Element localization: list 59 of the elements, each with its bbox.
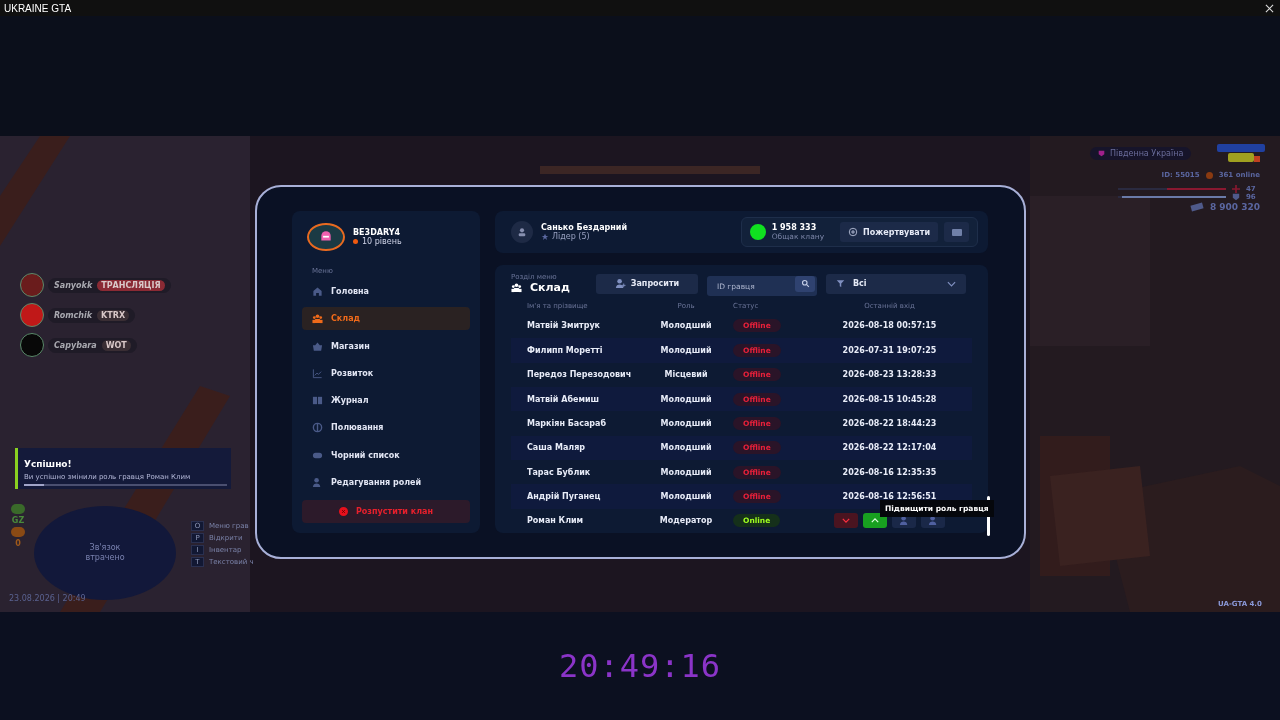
user-role: Лідер (5) — [541, 232, 628, 241]
profile-level: 10 рівень — [362, 237, 402, 246]
minimap-message: Зв'язок втрачено — [84, 543, 126, 563]
menu-item[interactable]: Розвиток — [302, 361, 470, 385]
streamer-tag: WOT — [101, 339, 131, 351]
streamer-name: Romchik — [54, 310, 93, 320]
table-cell-text: Маркіян Басараб — [527, 418, 608, 428]
menu-item[interactable]: Магазин — [302, 334, 470, 358]
table-cell-text: 2026-08-16 12:56:51 — [841, 491, 938, 501]
table-cell-text: Молодший — [659, 443, 713, 453]
disband-button[interactable]: Розпустити клан — [302, 500, 470, 523]
window-title: UKRAINE GTA — [4, 2, 72, 14]
notification-title: Успішно! — [24, 459, 72, 469]
table-cell-text: 2026-08-22 12:17:04 — [841, 443, 938, 453]
indicator-label: 0 — [15, 539, 21, 548]
clock: 20:49:16 — [558, 647, 722, 685]
table-cell-text: Молодший — [659, 467, 713, 477]
table-cell-text: 2026-08-23 13:28:33 — [841, 370, 938, 380]
donate-button[interactable]: Пожертвувати — [840, 222, 938, 242]
money-amount: 8 900 320 — [1209, 202, 1260, 212]
table-cell-text: Молодший — [659, 321, 713, 331]
streamer-tag: KTRX — [97, 309, 130, 321]
region-name: Південна Україна — [1110, 149, 1184, 158]
table-cell-text: 2026-08-16 12:35:35 — [841, 467, 938, 477]
menu-item[interactable]: Склад — [302, 307, 470, 331]
table-cell-text: Молодший — [659, 491, 713, 501]
table-cell-text: Передоз Перезодович — [527, 370, 633, 380]
menu-item[interactable]: Полювання — [302, 416, 470, 440]
table-cell-text: 2026-08-22 18:44:23 — [841, 418, 938, 428]
user-name: Санько Бездарний — [541, 223, 628, 232]
table-cell-text: Модератор — [658, 516, 714, 526]
invite-button[interactable]: Запросити — [596, 273, 698, 294]
menu-item[interactable]: Чорний список — [302, 443, 470, 467]
table-cell-text: 2026-08-18 00:57:15 — [841, 321, 938, 331]
table-cell-text: Саша Маляр — [527, 443, 587, 453]
menu-item[interactable]: Редагування ролей — [302, 471, 470, 495]
table-cell-text: Молодший — [659, 418, 713, 428]
table-cell-text: Молодший — [659, 394, 713, 404]
table-cell-text: 2026-07-31 19:07:25 — [841, 345, 938, 355]
table-cell-text: Місцевий — [663, 370, 709, 380]
table-cell-text: Тарас Бублик — [527, 467, 592, 477]
table-cell-text: Роман Клим — [527, 516, 585, 526]
table-cell-text: Матвій Змитрук — [527, 321, 602, 331]
treasury-amount: 1 958 333 — [771, 223, 818, 232]
table-cell-text: Молодший — [659, 345, 713, 355]
streamer-name: Capybara — [54, 340, 97, 350]
streamer-name: Sanyokk — [54, 280, 93, 290]
filter-dropdown[interactable]: Всі — [826, 273, 966, 294]
streamer-tag: ТРАНСЛЯЦІЯ — [97, 279, 165, 291]
date-time: 23.08.2026 | 20:49 — [9, 594, 86, 603]
table-cell-text: Андрій Пуганец — [527, 491, 602, 501]
section-title: Склад — [511, 281, 587, 294]
menu-item[interactable]: Журнал — [302, 389, 470, 413]
table-cell-text: 2026-08-15 10:45:28 — [841, 394, 938, 404]
table-cell-text: Матвій Абемиш — [527, 394, 601, 404]
profile-name: BE3DARY4 — [353, 228, 402, 237]
menu-item[interactable]: Головна — [302, 280, 470, 303]
indicator-label: GZ — [11, 516, 25, 525]
table-cell-text: Филипп Моретті — [527, 345, 604, 355]
